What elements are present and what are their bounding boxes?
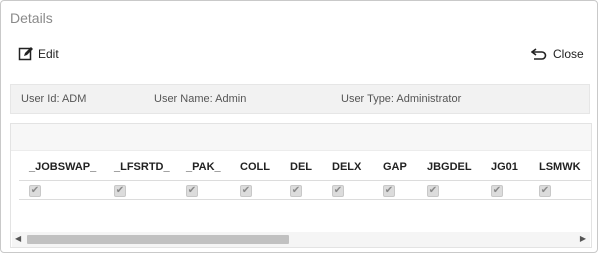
row-checkbox[interactable]: ✔ [491,185,503,197]
row-checkbox[interactable]: ✔ [29,185,41,197]
row-checkbox[interactable]: ✔ [332,185,344,197]
grid-toolbar-strip [11,124,591,151]
column-header[interactable]: _PAK_ [186,161,221,173]
row-checkbox[interactable]: ✔ [114,185,126,197]
scroll-left-arrow-icon[interactable]: ◀ [15,234,21,243]
edit-icon [18,46,34,62]
user-id-text: User Id: ADM [21,93,87,105]
details-dialog: Details Edit Close User Id: ADM User Nam… [0,0,598,253]
edit-label: Edit [38,47,59,61]
column-header[interactable]: LSMWK [539,161,581,173]
column-header[interactable]: JG01 [491,161,518,173]
dialog-title: Details [10,10,53,26]
scrollbar-thumb[interactable] [27,235,289,244]
column-header[interactable]: _LFSRTD_ [114,161,170,173]
close-button[interactable]: Close [531,45,584,63]
row-checkbox[interactable]: ✔ [539,185,551,197]
row-checkbox[interactable]: ✔ [427,185,439,197]
user-name-text: User Name: Admin [154,93,247,105]
table-row: ✔ ✔ ✔ ✔ ✔ ✔ ✔ ✔ ✔ ✔ [19,182,591,200]
close-label: Close [553,47,584,61]
row-checkbox[interactable]: ✔ [240,185,252,197]
edit-button[interactable]: Edit [18,45,59,63]
user-info-bar: User Id: ADM User Name: Admin User Type:… [10,84,590,114]
column-header[interactable]: DEL [290,161,312,173]
column-header[interactable]: JBGDEL [427,161,472,173]
roles-grid: _JOBSWAP_ _LFSRTD_ _PAK_ COLL DEL DELX G… [10,123,592,248]
row-checkbox[interactable]: ✔ [186,185,198,197]
row-checkbox[interactable]: ✔ [383,185,395,197]
column-header[interactable]: GAP [383,161,407,173]
user-type-text: User Type: Administrator [341,93,462,105]
horizontal-scrollbar[interactable]: ◀ ▶ [12,232,590,247]
grid-header-row: _JOBSWAP_ _LFSRTD_ _PAK_ COLL DEL DELX G… [19,151,591,181]
return-arrow-icon [531,47,547,61]
row-checkbox[interactable]: ✔ [290,185,302,197]
column-header[interactable]: COLL [240,161,270,173]
scroll-right-arrow-icon[interactable]: ▶ [580,234,586,243]
column-header[interactable]: _JOBSWAP_ [29,161,96,173]
column-header[interactable]: DELX [332,161,361,173]
